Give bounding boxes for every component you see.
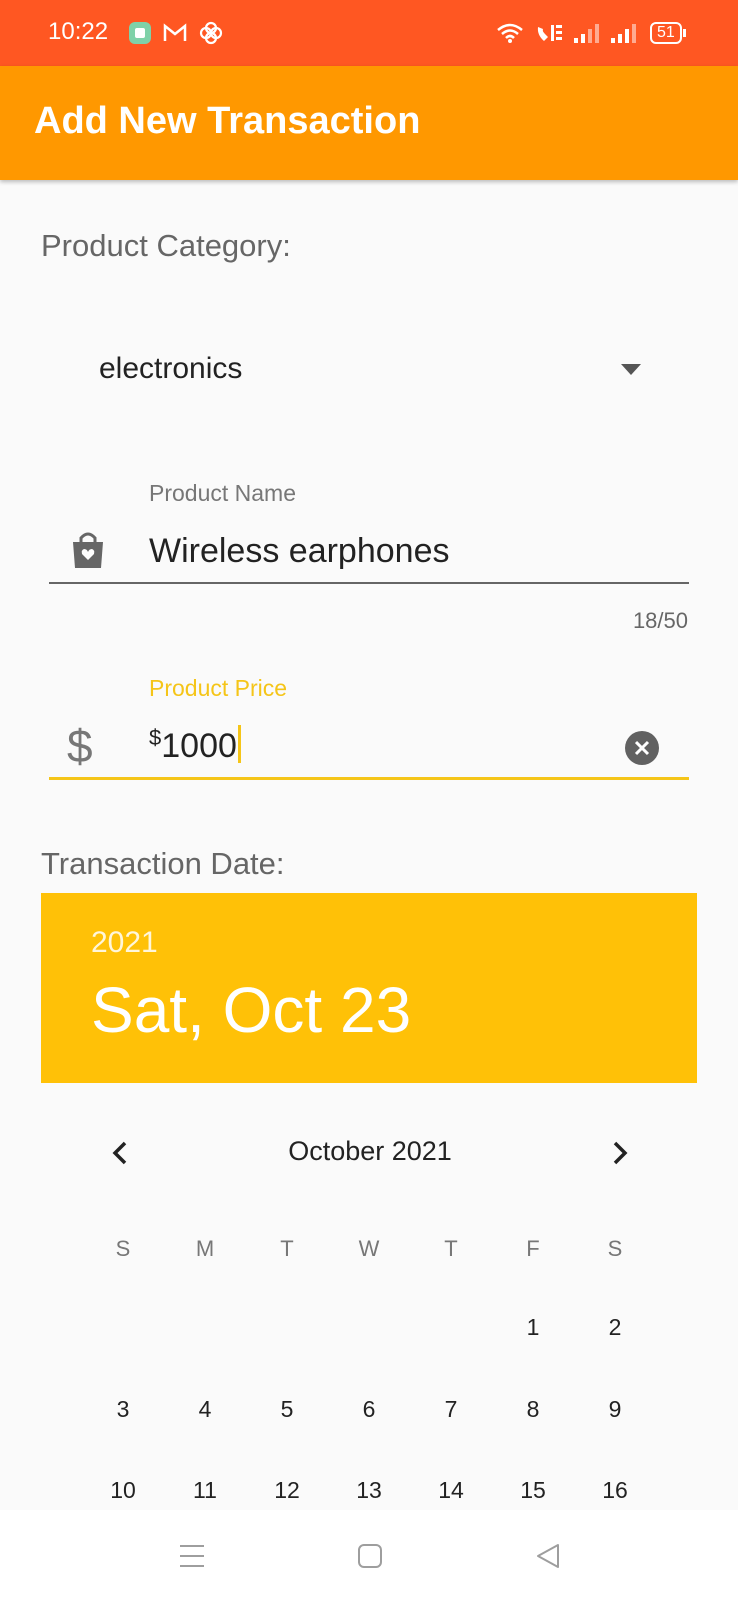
app-notification-icon [128, 20, 152, 46]
calendar-day[interactable]: 6 [328, 1396, 410, 1423]
product-price-field[interactable]: Product Price $ $1000 [49, 665, 689, 785]
system-nav-bar [0, 1510, 738, 1600]
calendar-day [164, 1314, 246, 1341]
category-selected-value: electronics [99, 352, 243, 385]
weekday-label: T [444, 1236, 458, 1261]
calendar-day[interactable]: 12 [246, 1477, 328, 1504]
calendar-day[interactable]: 2 [574, 1314, 656, 1341]
category-label: Product Category: [41, 228, 291, 263]
calendar-week: 10 11 12 13 14 15 16 [82, 1477, 656, 1504]
weekday-label: W [358, 1236, 380, 1261]
status-bar: 10:22 51 [0, 0, 738, 66]
pinwheel-icon [198, 20, 224, 46]
home-button[interactable] [350, 1538, 390, 1574]
back-icon [537, 1544, 559, 1568]
weekday-label: M [195, 1236, 215, 1261]
menu-button[interactable] [172, 1538, 212, 1574]
calendar-navigation: October 2021 [100, 1130, 640, 1176]
calendar-week: 3 4 5 6 7 8 9 [82, 1396, 656, 1423]
battery-icon: 51 [650, 20, 686, 46]
home-icon [358, 1544, 382, 1568]
product-price-input[interactable]: $1000 [149, 725, 241, 766]
status-time: 10:22 [48, 18, 109, 45]
signal-icon [573, 20, 601, 46]
wifi-icon [496, 20, 524, 46]
product-name-field[interactable]: Product Name Wireless earphones [49, 470, 689, 590]
price-prefix: $ [149, 725, 162, 750]
calendar-day[interactable]: 5 [246, 1396, 328, 1423]
weekday-header: S M T W T F S [82, 1236, 656, 1262]
character-counter: 18/50 [632, 608, 688, 633]
clear-input-button[interactable] [625, 731, 659, 765]
product-name-input[interactable]: Wireless earphones [149, 532, 449, 571]
gmail-icon [162, 20, 188, 46]
shopping-bag-icon [67, 528, 109, 575]
calendar-day[interactable]: 1 [492, 1314, 574, 1341]
calendar-day[interactable]: 15 [492, 1477, 574, 1504]
weekday-label: S [115, 1236, 131, 1261]
back-button[interactable] [528, 1538, 568, 1574]
volte-icon [534, 20, 564, 46]
calendar-day[interactable]: 9 [574, 1396, 656, 1423]
date-picker-header: 2021 Sat, Oct 23 [41, 893, 697, 1083]
weekday-label: T [280, 1236, 294, 1261]
close-icon [634, 740, 650, 756]
price-value: 1000 [161, 727, 237, 765]
month-label: October 2021 [288, 1136, 452, 1166]
calendar-day[interactable]: 10 [82, 1477, 164, 1504]
product-name-label: Product Name [149, 480, 297, 506]
calendar-day [246, 1314, 328, 1341]
product-name-underline [49, 582, 689, 584]
dropdown-arrow-icon [621, 364, 641, 375]
chevron-right-icon [613, 1141, 628, 1165]
calendar-day[interactable]: 14 [410, 1477, 492, 1504]
page-title: Add New Transaction [34, 100, 421, 142]
text-cursor [237, 725, 241, 763]
product-price-underline [49, 777, 689, 780]
calendar-day[interactable]: 8 [492, 1396, 574, 1423]
calendar-day[interactable]: 7 [410, 1396, 492, 1423]
calendar-day[interactable]: 11 [164, 1477, 246, 1504]
picker-year[interactable]: 2021 [91, 926, 158, 960]
product-price-label: Product Price [149, 675, 288, 701]
battery-level: 51 [650, 22, 682, 44]
calendar-day[interactable]: 3 [82, 1396, 164, 1423]
calendar-day[interactable]: 16 [574, 1477, 656, 1504]
next-month-button[interactable] [600, 1133, 640, 1173]
date-label: Transaction Date: [41, 846, 285, 881]
calendar-day [328, 1314, 410, 1341]
calendar-day [410, 1314, 492, 1341]
calendar-week: 1 2 [82, 1314, 656, 1341]
category-dropdown[interactable]: electronics [41, 340, 651, 400]
menu-icon [180, 1545, 204, 1567]
calendar-day[interactable]: 4 [164, 1396, 246, 1423]
dollar-icon: $ [67, 720, 93, 772]
calendar-day [82, 1314, 164, 1341]
picker-selected-date: Sat, Oct 23 [91, 974, 412, 1046]
calendar-day[interactable]: 13 [328, 1477, 410, 1504]
weekday-label: S [607, 1236, 623, 1261]
signal-icon [610, 20, 638, 46]
weekday-label: F [526, 1236, 540, 1261]
app-bar: Add New Transaction [0, 66, 738, 180]
